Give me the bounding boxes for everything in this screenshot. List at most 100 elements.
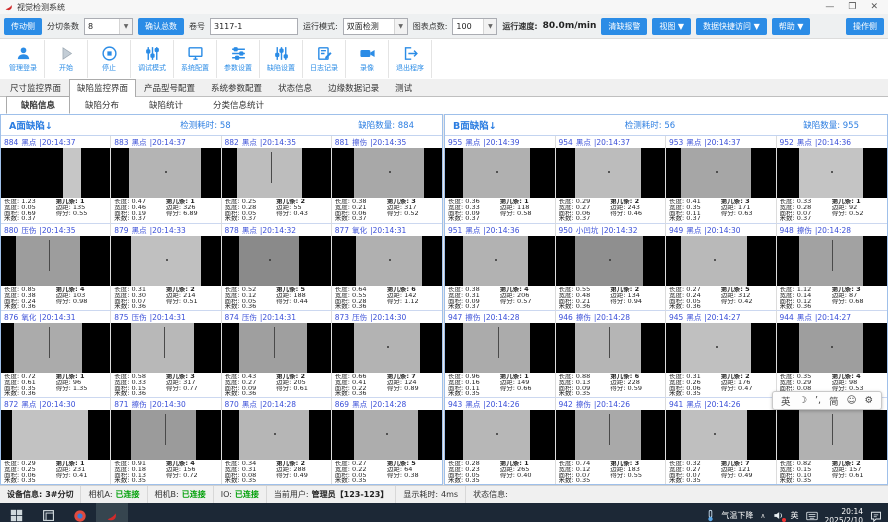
exit-program-button[interactable]: 退出程序 (389, 40, 432, 78)
operator-side-button[interactable]: 操作侧 (846, 18, 884, 35)
defect-cell-header[interactable]: 953黑点|20:14:37 (666, 136, 776, 148)
debug-mode-button[interactable]: 调试模式 (131, 40, 174, 78)
defect-cell[interactable]: 873压伤|20:14:30长度: 0.66宽度: 0.41面积: 0.22米数… (332, 310, 442, 397)
defect-cell-header[interactable]: 955黑点|20:14:39 (445, 136, 555, 148)
tab-size-monitor[interactable]: 尺寸监控界面 (2, 79, 69, 96)
record-video-button[interactable]: 录像 (346, 40, 389, 78)
data-quick-access-button[interactable]: 数据快捷访问 ▼ (696, 18, 767, 35)
defect-thumbnail[interactable] (222, 323, 331, 373)
defect-thumbnail[interactable] (222, 410, 331, 460)
defect-cell-header[interactable]: 877氧化|20:14:31 (332, 224, 442, 236)
defect-cell[interactable]: 954黑点|20:14:37长度: 0.29宽度: 0.27面积: 0.06米数… (556, 136, 667, 223)
defect-cell-header[interactable]: 875压伤|20:14:31 (111, 311, 220, 323)
stop-button[interactable]: 停止 (88, 40, 131, 78)
subtab-defect-info[interactable]: 缺陷信息 (6, 96, 70, 114)
defect-thumbnail[interactable] (332, 148, 442, 198)
defect-thumbnail[interactable] (445, 323, 555, 373)
taskbar-clock[interactable]: 20:14 2025/2/10 (825, 507, 863, 522)
defect-cell[interactable]: 951黑点|20:14:36长度: 0.38宽度: 0.31面积: 0.09米数… (445, 223, 556, 310)
defect-thumbnail[interactable] (666, 410, 776, 460)
defect-thumbnail[interactable] (556, 410, 666, 460)
defect-thumbnail[interactable] (666, 236, 776, 286)
defect-cell[interactable]: 882黑点|20:14:35长度: 0.25宽度: 0.28面积: 0.05米数… (222, 136, 332, 223)
clear-alarm-button[interactable]: 清缺报警 (601, 18, 647, 35)
defect-cell-header[interactable]: 881擦伤|20:14:35 (332, 136, 442, 148)
defect-cell-header[interactable]: 879黑点|20:14:33 (111, 224, 220, 236)
defect-cell[interactable]: 878黑点|20:14:32长度: 0.52宽度: 0.12面积: 0.05米数… (222, 223, 332, 310)
task-view-button[interactable] (32, 503, 64, 522)
start-button[interactable] (0, 503, 32, 522)
defect-cell[interactable]: 883黑点|20:14:37长度: 0.47宽度: 0.46面积: 0.19米数… (111, 136, 221, 223)
defect-cell-header[interactable]: 945黑点|20:14:27 (666, 311, 776, 323)
subtab-class-info-statistics[interactable]: 分类信息统计 (198, 96, 279, 114)
defect-cell[interactable]: 877氧化|20:14:31长度: 0.64宽度: 0.55面积: 0.28米数… (332, 223, 442, 310)
tab-system-param-config[interactable]: 系统参数配置 (203, 79, 270, 96)
defect-cell[interactable]: 955黑点|20:14:39长度: 0.36宽度: 0.33面积: 0.09米数… (445, 136, 556, 223)
ime-settings-gear-icon[interactable]: ⚙ (864, 395, 873, 406)
admin-login-button[interactable]: 管理登录 (2, 40, 45, 78)
log-record-button[interactable]: 日志记录 (303, 40, 346, 78)
defect-cell-header[interactable]: 883黑点|20:14:37 (111, 136, 220, 148)
defect-cell-header[interactable]: 952黑点|20:14:36 (777, 136, 888, 148)
defect-cell-header[interactable]: 943黑点|20:14:26 (445, 398, 555, 410)
defect-cell[interactable]: 947擦伤|20:14:28长度: 0.96宽度: 0.16面积: 0.11米数… (445, 310, 556, 397)
taskbar-app-browser[interactable] (64, 503, 96, 522)
weather-text[interactable]: 气温下降 (721, 510, 753, 521)
help-menu-button[interactable]: 帮助 ▼ (772, 18, 811, 35)
defect-cell[interactable]: 880压伤|20:14:35长度: 0.85宽度: 0.38面积: 0.24米数… (1, 223, 111, 310)
defect-cell[interactable]: 952黑点|20:14:36长度: 0.33宽度: 0.28面积: 0.07米数… (777, 136, 888, 223)
defect-thumbnail[interactable] (556, 323, 666, 373)
defect-cell[interactable]: 950小凹坑|20:14:32长度: 0.55宽度: 0.48面积: 0.21米… (556, 223, 667, 310)
defect-thumbnail[interactable] (332, 323, 442, 373)
defect-cell-header[interactable]: 946擦伤|20:14:28 (556, 311, 666, 323)
defect-thumbnail[interactable] (777, 148, 888, 198)
tab-status-info[interactable]: 状态信息 (270, 79, 320, 96)
ime-emoji-icon[interactable]: ☺ (847, 395, 857, 406)
defect-thumbnail[interactable] (222, 236, 331, 286)
subtab-defect-statistics[interactable]: 缺陷统计 (134, 96, 198, 114)
defect-cell[interactable]: 870黑点|20:14:28长度: 0.34宽度: 0.31面积: 0.08米数… (222, 397, 332, 484)
defect-cell-header[interactable]: 878黑点|20:14:32 (222, 224, 331, 236)
defect-cell[interactable]: 869黑点|20:14:28长度: 0.27宽度: 0.22面积: 0.05米数… (332, 397, 442, 484)
defect-cell[interactable]: 945黑点|20:14:27长度: 0.31宽度: 0.26面积: 0.06米数… (666, 310, 777, 397)
defect-cell-header[interactable]: 941黑点|20:14:26 (666, 398, 776, 410)
defect-thumbnail[interactable] (666, 323, 776, 373)
defect-cell-header[interactable]: 873压伤|20:14:30 (332, 311, 442, 323)
defect-cell[interactable]: 940擦伤|20:14:26长度: 0.82宽度: 0.15面积: 0.10米数… (777, 397, 888, 484)
defect-cell[interactable]: 941黑点|20:14:26长度: 0.32宽度: 0.27面积: 0.07米数… (666, 397, 777, 484)
defect-cell[interactable]: 876氧化|20:14:31长度: 0.72宽度: 0.61面积: 0.35米数… (1, 310, 111, 397)
defect-cell[interactable]: 872黑点|20:14:30长度: 0.29宽度: 0.25面积: 0.06米数… (1, 397, 111, 484)
close-button[interactable]: ✕ (870, 0, 878, 14)
tab-product-model-config[interactable]: 产品型号配置 (136, 79, 203, 96)
defect-cell-header[interactable]: 947擦伤|20:14:28 (445, 311, 555, 323)
defect-thumbnail[interactable] (777, 410, 888, 460)
hidden-icons-chevron[interactable]: ∧ (760, 512, 765, 520)
defect-thumbnail[interactable] (111, 410, 220, 460)
defect-cell-header[interactable]: 872黑点|20:14:30 (1, 398, 110, 410)
defect-thumbnail[interactable] (1, 236, 110, 286)
keyboard-icon[interactable] (806, 511, 818, 521)
defect-thumbnail[interactable] (1, 323, 110, 373)
ime-simplified-toggle[interactable]: 简 (829, 394, 839, 408)
defect-cell-header[interactable]: 876氧化|20:14:31 (1, 311, 110, 323)
defect-thumbnail[interactable] (1, 410, 110, 460)
defect-cell-header[interactable]: 951黑点|20:14:36 (445, 224, 555, 236)
defect-cell[interactable]: 944黑点|20:14:27长度: 0.35宽度: 0.29面积: 0.08米数… (777, 310, 888, 397)
defect-cell[interactable]: 884黑点|20:14:37长度: 1.23宽度: 0.05面积: 0.69米数… (1, 136, 111, 223)
chart-points-select[interactable]: 100▼ (452, 18, 497, 35)
defect-settings-button[interactable]: 缺陷设置 (260, 40, 303, 78)
defect-thumbnail[interactable] (111, 148, 220, 198)
slit-count-select[interactable]: 8▼ (84, 18, 133, 35)
defect-thumbnail[interactable] (666, 148, 776, 198)
defect-thumbnail[interactable] (445, 410, 555, 460)
system-config-button[interactable]: 系统配置 (174, 40, 217, 78)
defect-cell-header[interactable]: 942擦伤|20:14:26 (556, 398, 666, 410)
tab-defect-monitor[interactable]: 缺陷监控界面 (69, 79, 136, 97)
action-center-icon[interactable] (870, 510, 882, 522)
defect-thumbnail[interactable] (111, 323, 220, 373)
drive-side-button[interactable]: 传动侧 (4, 18, 42, 35)
ime-lang-toggle[interactable]: 英 (781, 394, 791, 408)
subtab-defect-distribution[interactable]: 缺陷分布 (70, 96, 134, 114)
defect-thumbnail[interactable] (222, 148, 331, 198)
parameter-settings-button[interactable]: 参数设置 (217, 40, 260, 78)
